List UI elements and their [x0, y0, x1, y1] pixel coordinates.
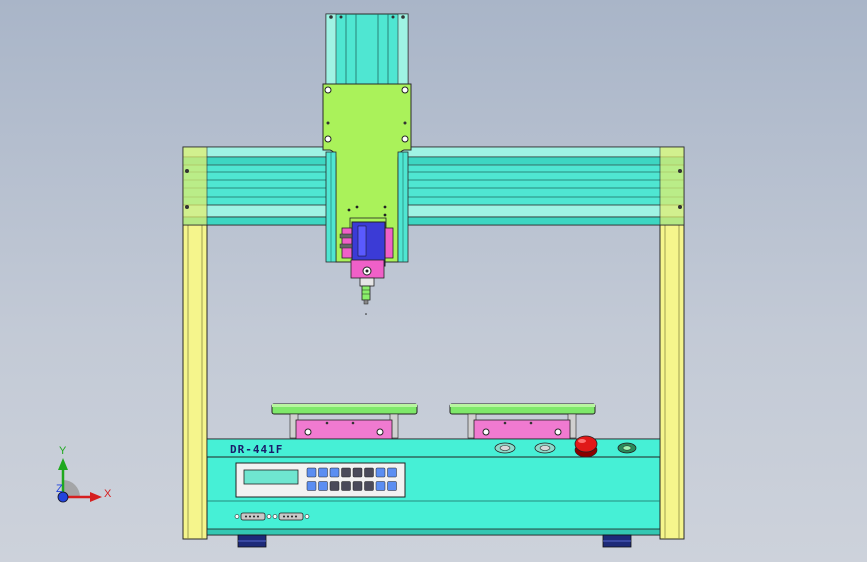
z-axis-label: Z: [56, 483, 63, 495]
start-button-right[interactable]: [534, 442, 556, 454]
keypad-key[interactable]: [387, 467, 397, 478]
y-axis-label: Y: [59, 445, 67, 457]
nozzle: [361, 285, 371, 315]
keypad-key[interactable]: [306, 467, 317, 478]
keypad-key[interactable]: [306, 481, 317, 491]
keypad-key[interactable]: [318, 467, 328, 478]
keypad-key[interactable]: [375, 481, 386, 491]
dispensing-head: [339, 217, 394, 287]
keypad-key[interactable]: [375, 467, 386, 478]
keypad-key[interactable]: [329, 467, 340, 478]
right-foot: [602, 534, 632, 548]
keypad-key[interactable]: [352, 467, 363, 478]
dispensing-robot-drawing: DR-441F Y X Z: [56, 13, 685, 548]
x-axis-beam: [182, 146, 685, 226]
left-work-platform: [271, 403, 418, 441]
model-label: DR-441F: [230, 443, 283, 456]
x-axis-label: X: [104, 488, 112, 500]
right-work-platform: [449, 403, 596, 441]
power-indicator: [617, 442, 637, 454]
keypad-key[interactable]: [341, 481, 351, 491]
keypad-key[interactable]: [329, 481, 340, 491]
controller-panel: [235, 462, 406, 498]
keypad-key[interactable]: [364, 481, 374, 491]
start-button-left[interactable]: [494, 442, 516, 454]
left-foot: [237, 534, 267, 548]
keypad-key[interactable]: [364, 467, 374, 478]
emergency-stop-button[interactable]: [574, 435, 598, 458]
keypad-key[interactable]: [352, 481, 363, 491]
keypad-key[interactable]: [341, 467, 351, 478]
lcd-display: [243, 469, 299, 485]
axis-triad: Y X Z: [56, 445, 112, 503]
keypad-key[interactable]: [318, 481, 328, 491]
z-axis-column: [325, 13, 409, 85]
keypad-key[interactable]: [387, 481, 397, 491]
